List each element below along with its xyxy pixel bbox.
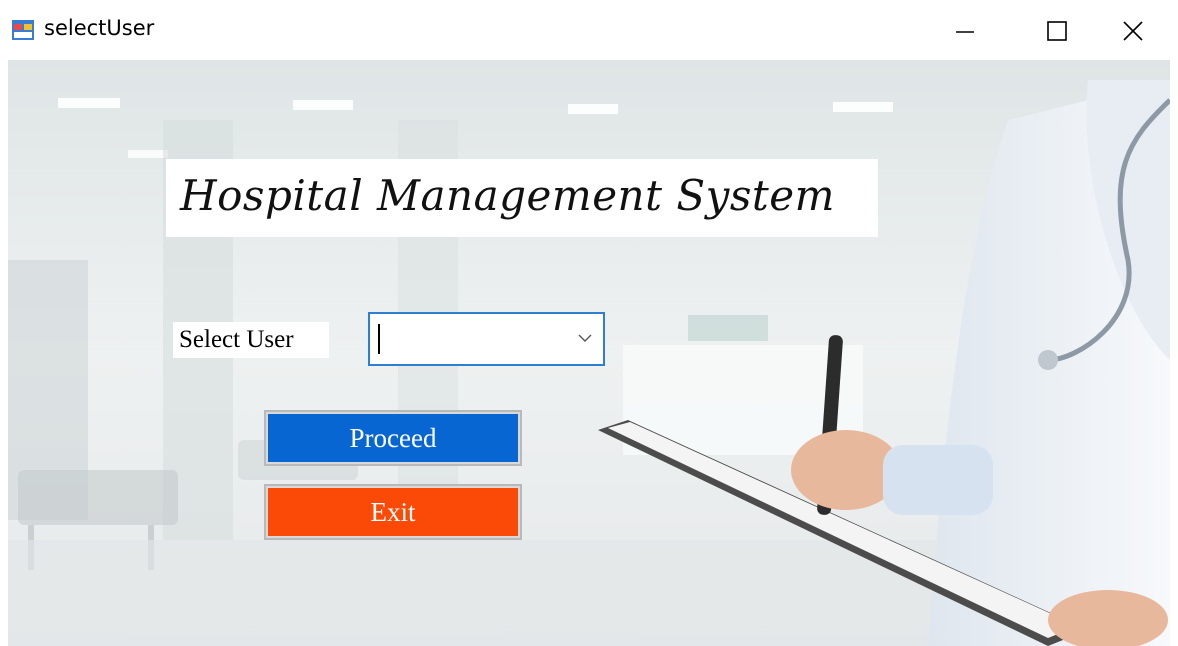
proceed-button-label: Proceed bbox=[268, 414, 518, 462]
minimize-button[interactable] bbox=[918, 0, 1010, 60]
heading-panel: Hospital Management System bbox=[166, 159, 878, 237]
form-client-area: Hospital Management System Select User P… bbox=[8, 60, 1170, 646]
select-user-label: Select User bbox=[173, 322, 329, 358]
title-bar[interactable]: selectUser bbox=[0, 0, 1178, 60]
exit-button[interactable]: Exit bbox=[264, 484, 522, 540]
user-select-dropdown[interactable] bbox=[368, 312, 605, 366]
close-button[interactable] bbox=[1086, 0, 1178, 60]
maximize-icon bbox=[1047, 21, 1067, 41]
form-icon bbox=[12, 20, 34, 40]
chevron-down-icon[interactable] bbox=[578, 333, 592, 343]
minimize-icon bbox=[956, 31, 974, 33]
app-heading: Hospital Management System bbox=[180, 171, 835, 220]
proceed-button[interactable]: Proceed bbox=[264, 410, 522, 466]
text-cursor bbox=[378, 324, 380, 354]
exit-button-label: Exit bbox=[268, 488, 518, 536]
window-title: selectUser bbox=[44, 16, 155, 40]
close-icon bbox=[1123, 21, 1143, 41]
